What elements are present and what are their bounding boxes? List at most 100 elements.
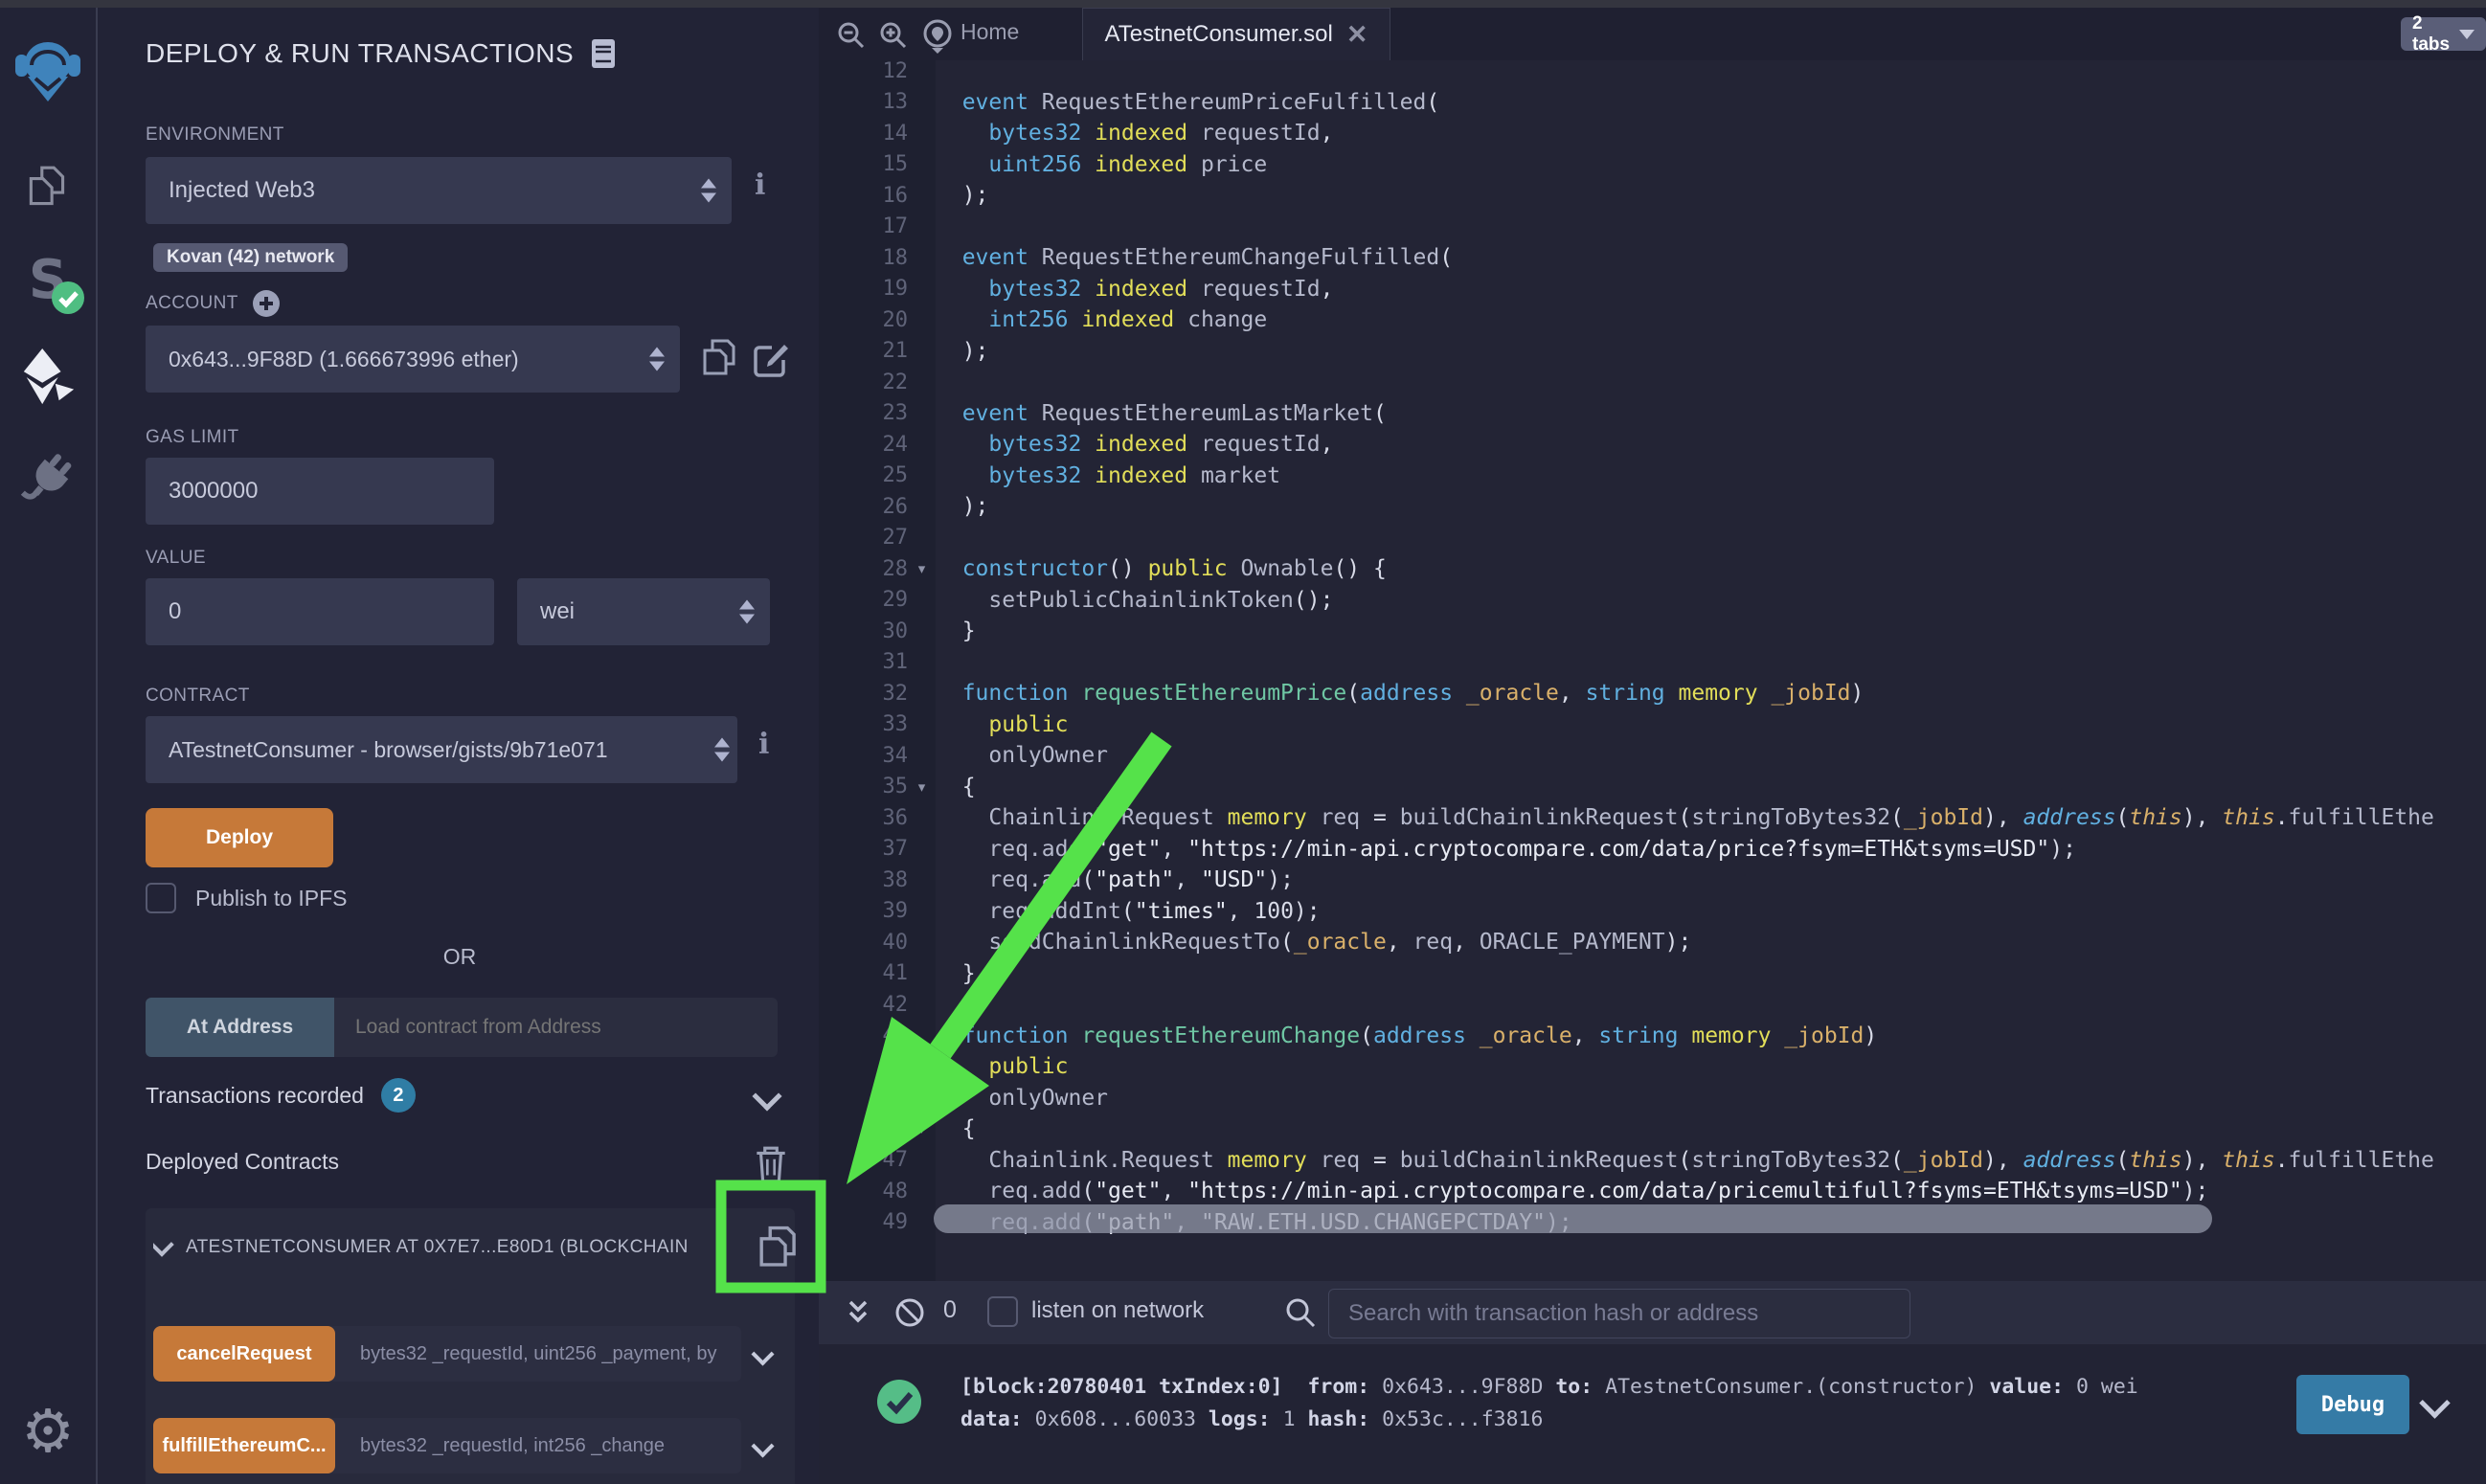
terminal-log: [block:20780401 txIndex:0] from: 0x643..… <box>819 1344 2486 1484</box>
tab-home[interactable]: Home <box>960 19 1019 45</box>
line-number: 27 <box>819 526 908 550</box>
line-number: 19 <box>819 277 908 301</box>
clear-console-icon[interactable] <box>893 1296 926 1329</box>
listen-network-label: listen on network <box>1031 1297 1204 1324</box>
code-line: 24 bytes32 indexed requestId, <box>819 429 2486 461</box>
close-tab-icon[interactable]: ✕ <box>1346 22 1368 48</box>
line-number: 16 <box>819 184 908 208</box>
code-line: 19 bytes32 indexed requestId, <box>819 274 2486 305</box>
log-line-1[interactable]: [block:20780401 txIndex:0] from: 0x643..… <box>960 1375 2151 1399</box>
select-caret-icon <box>739 600 755 624</box>
function-expand-chevron-icon[interactable] <box>751 1434 774 1457</box>
add-account-icon[interactable] <box>252 289 281 318</box>
publish-ipfs-checkbox[interactable] <box>146 883 176 913</box>
remix-logo[interactable] <box>0 27 96 113</box>
line-number: 26 <box>819 495 908 519</box>
line-number: 39 <box>819 899 908 923</box>
code-line: 40 sendChainlinkRequestTo(_oracle, req, … <box>819 927 2486 958</box>
listen-network-checkbox[interactable] <box>987 1296 1018 1327</box>
code-line: 32 function requestEthereumPrice(address… <box>819 678 2486 709</box>
line-number: 43 <box>819 1023 908 1047</box>
value-input[interactable] <box>146 578 494 645</box>
function-button-fulfillethereumc[interactable]: fulfillEthereumC... <box>153 1418 335 1473</box>
code-line: 28▾ constructor() public Ownable() { <box>819 553 2486 585</box>
gas-limit-input[interactable] <box>146 458 494 525</box>
settings-gear-icon[interactable]: ⚙ <box>0 1398 96 1465</box>
line-number: 23 <box>819 401 908 425</box>
code-line: 17 <box>819 212 2486 243</box>
transactions-count-badge: 2 <box>381 1078 416 1113</box>
at-address-button[interactable]: At Address <box>146 998 334 1057</box>
docs-icon[interactable] <box>591 38 616 69</box>
or-separator: OR <box>98 944 819 970</box>
code-lines: 1213 event RequestEthereumPriceFulfilled… <box>819 56 2486 1238</box>
code-line: 39 req.addInt("times", 100); <box>819 896 2486 928</box>
clear-deployed-trash-icon[interactable] <box>753 1143 789 1185</box>
select-caret-icon <box>714 738 730 762</box>
account-label: ACCOUNT <box>146 293 238 314</box>
line-number: 21 <box>819 339 908 363</box>
function-row: fulfillEthereumC...bytes32 _requestId, i… <box>153 1418 785 1473</box>
deploy-button[interactable]: Deploy <box>146 808 333 867</box>
line-number: 20 <box>819 308 908 332</box>
account-select[interactable]: 0x643...9F88D (1.666673996 ether) <box>146 326 680 393</box>
log-line-2: data: 0x608...60033 logs: 1 hash: 0x53c.… <box>960 1407 1543 1431</box>
solidity-compiler-icon[interactable]: S <box>0 247 96 314</box>
home-icon[interactable] <box>920 18 959 56</box>
contract-info-icon[interactable]: i <box>758 728 769 761</box>
transactions-expand-chevron-icon[interactable] <box>752 1081 781 1111</box>
line-number: 29 <box>819 588 908 612</box>
function-expand-chevron-icon[interactable] <box>751 1342 774 1365</box>
terminal-header: 0 listen on network <box>819 1281 2486 1344</box>
at-address-input[interactable] <box>334 998 778 1057</box>
code-line: 46▾ { <box>819 1113 2486 1145</box>
line-number: 37 <box>819 837 908 861</box>
sign-message-icon[interactable] <box>751 339 791 379</box>
tab-active-file[interactable]: ATestnetConsumer.sol ✕ <box>1082 8 1390 60</box>
fold-chevron-icon[interactable]: ▾ <box>908 778 936 796</box>
window-top-strip <box>0 0 2486 8</box>
copy-contract-address-icon[interactable] <box>755 1224 799 1273</box>
contract-select[interactable]: ATestnetConsumer - browser/gists/9b71e07… <box>146 716 737 783</box>
line-number: 31 <box>819 650 908 674</box>
line-number: 32 <box>819 682 908 706</box>
network-badge: Kovan (42) network <box>153 243 348 272</box>
gas-limit-label: GAS LIMIT <box>146 427 239 448</box>
fold-chevron-icon[interactable]: ▾ <box>908 1120 936 1137</box>
fold-chevron-icon[interactable]: ▾ <box>908 560 936 577</box>
value-unit-select[interactable]: wei <box>517 578 770 645</box>
plugin-manager-icon[interactable] <box>0 448 96 509</box>
environment-info-icon[interactable]: i <box>755 169 765 202</box>
environment-select[interactable]: Injected Web3 <box>146 157 732 224</box>
file-explorer-icon[interactable] <box>0 161 96 218</box>
code-line: 33 public <box>819 709 2486 741</box>
terminal-expand-icon[interactable] <box>842 1296 874 1329</box>
function-params-input[interactable]: bytes32 _requestId, uint256 _payment, by <box>328 1326 741 1382</box>
line-number: 48 <box>819 1180 908 1203</box>
code-line: 37 req.add("get", "https://min-api.crypt… <box>819 834 2486 866</box>
debug-button[interactable]: Debug <box>2296 1375 2409 1434</box>
contract-collapse-chevron-icon[interactable] <box>153 1232 174 1256</box>
active-tab-title: ATestnetConsumer.sol <box>1105 21 1333 48</box>
function-button-cancelrequest[interactable]: cancelRequest <box>153 1326 335 1382</box>
zoom-in-icon[interactable] <box>878 20 909 51</box>
line-number: 44 <box>819 1055 908 1079</box>
function-params-input[interactable]: bytes32 _requestId, int256 _change <box>328 1418 741 1473</box>
editor-horizontal-scrollbar[interactable] <box>934 1204 2212 1233</box>
log-expand-chevron-icon[interactable] <box>2419 1387 2451 1419</box>
deployed-contract-card: ATESTNETCONSUMER AT 0X7E7...E80D1 (BLOCK… <box>146 1208 795 1484</box>
code-line: 31 <box>819 647 2486 679</box>
line-number: 47 <box>819 1148 908 1172</box>
code-line: 41 } <box>819 958 2486 990</box>
tabs-count-dropdown[interactable]: 2 tabs <box>2401 17 2486 51</box>
zoom-out-icon[interactable] <box>836 20 867 51</box>
line-number: 40 <box>819 931 908 955</box>
copy-account-icon[interactable] <box>699 337 737 381</box>
compile-success-badge <box>51 281 85 315</box>
deploy-run-icon[interactable] <box>0 343 96 410</box>
line-number: 33 <box>819 712 908 736</box>
terminal-search-input[interactable] <box>1328 1289 1910 1338</box>
code-line: 45 onlyOwner <box>819 1083 2486 1114</box>
tabs-count-label: 2 tabs <box>2412 13 2452 56</box>
code-line: 26 ); <box>819 491 2486 523</box>
